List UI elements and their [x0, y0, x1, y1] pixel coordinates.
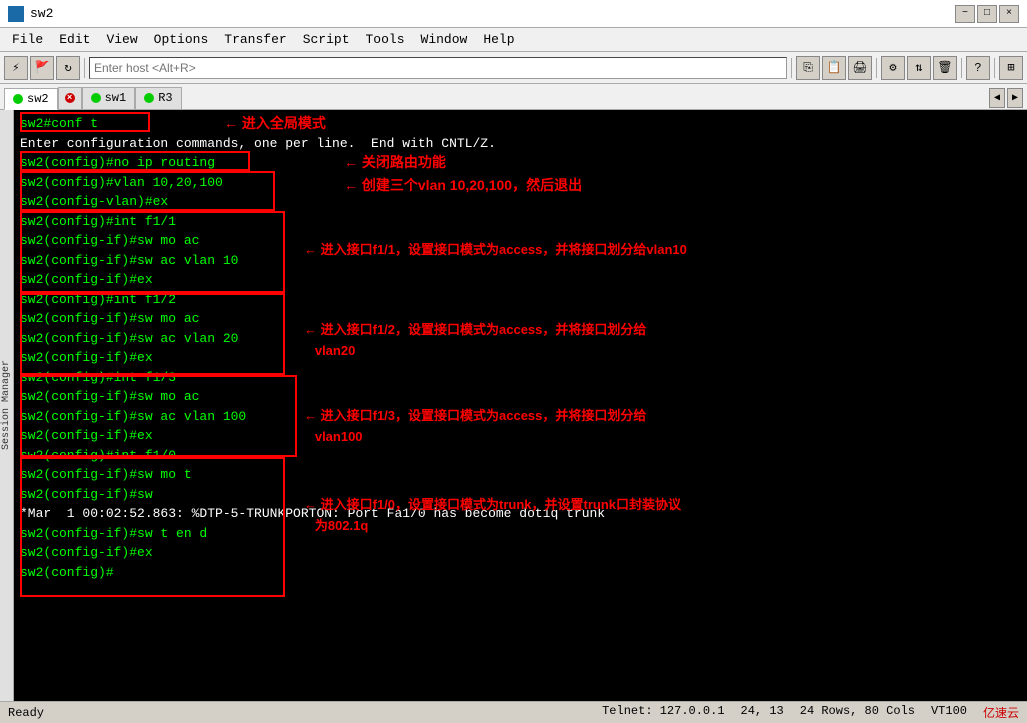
tab-r3-label: R3 [158, 91, 172, 105]
toolbar-paste[interactable]: 📋 [822, 56, 846, 80]
tab-close[interactable]: × [58, 87, 82, 109]
tab-close-icon: × [65, 93, 75, 103]
menu-transfer[interactable]: Transfer [216, 30, 294, 49]
menu-window[interactable]: Window [413, 30, 476, 49]
menu-edit[interactable]: Edit [51, 30, 98, 49]
terminal-line-1: sw2#conf t [20, 114, 1021, 134]
toolbar: ⚡ 🚩 ↻ ⎘ 📋 🖨 ⚙ ⇅ 🗑 ? ⊞ [0, 52, 1027, 84]
toolbar-lightning[interactable]: ⚡ [4, 56, 28, 80]
maximize-button[interactable]: □ [977, 5, 997, 23]
tabs-next[interactable]: ▶ [1007, 88, 1023, 108]
tab-sw1[interactable]: sw1 [82, 87, 136, 109]
menu-script[interactable]: Script [295, 30, 358, 49]
toolbar-delete[interactable]: 🗑 [933, 56, 957, 80]
terminal-line-7: sw2(config-if)#sw mo ac [20, 231, 1021, 251]
terminal-line-3: sw2(config)#no ip routing [20, 153, 1021, 173]
toolbar-flag[interactable]: 🚩 [30, 56, 54, 80]
toolbar-sep-5 [994, 58, 995, 78]
window-controls: − □ × [955, 5, 1019, 23]
tab-sw2-label: sw2 [27, 92, 49, 106]
terminal-line-8: sw2(config-if)#sw ac vlan 10 [20, 251, 1021, 271]
terminal-line-5: sw2(config-vlan)#ex [20, 192, 1021, 212]
toolbar-settings[interactable]: ⚙ [881, 56, 905, 80]
status-telnet: Telnet: 127.0.0.1 [602, 704, 724, 721]
terminal-line-4: sw2(config)#vlan 10,20,100 [20, 173, 1021, 193]
terminal-line-12: sw2(config-if)#sw ac vlan 20 [20, 329, 1021, 349]
terminal-line-20: sw2(config-if)#sw [20, 485, 1021, 505]
tab-sw1-label: sw1 [105, 91, 127, 105]
terminal-line-19: sw2(config-if)#sw mo t [20, 465, 1021, 485]
terminal-line-14: sw2(config)#int f1/3 [20, 368, 1021, 388]
terminal-line-13: sw2(config-if)#ex [20, 348, 1021, 368]
status-size: 24 Rows, 80 Cols [800, 704, 915, 721]
terminal-line-10: sw2(config)#int f1/2 [20, 290, 1021, 310]
terminal[interactable]: sw2#conf t Enter configuration commands,… [14, 110, 1027, 701]
menu-view[interactable]: View [98, 30, 145, 49]
toolbar-sep-2 [791, 58, 792, 78]
terminal-line-11: sw2(config-if)#sw mo ac [20, 309, 1021, 329]
terminal-line-9: sw2(config-if)#ex [20, 270, 1021, 290]
toolbar-sep-4 [961, 58, 962, 78]
tab-r3-status [144, 93, 154, 103]
terminal-line-16: sw2(config-if)#sw ac vlan 100 [20, 407, 1021, 427]
tab-sw1-status [91, 93, 101, 103]
tabs-navigation: ◀ ▶ [989, 88, 1023, 108]
menu-tools[interactable]: Tools [358, 30, 413, 49]
toolbar-grid[interactable]: ⊞ [999, 56, 1023, 80]
terminal-line-6: sw2(config)#int f1/1 [20, 212, 1021, 232]
terminal-line-18: sw2(config)#int f1/0 [20, 446, 1021, 466]
toolbar-help[interactable]: ? [966, 56, 990, 80]
status-brand: 亿速云 [983, 704, 1019, 721]
status-ready: Ready [8, 706, 44, 720]
app-icon [8, 6, 24, 22]
tabs-bar: sw2 × sw1 R3 ◀ ▶ [0, 84, 1027, 110]
status-vt: VT100 [931, 704, 967, 721]
toolbar-sep-3 [876, 58, 877, 78]
toolbar-transfer[interactable]: ⇅ [907, 56, 931, 80]
tab-r3[interactable]: R3 [135, 87, 181, 109]
menu-help[interactable]: Help [475, 30, 522, 49]
toolbar-copy[interactable]: ⎘ [796, 56, 820, 80]
terminal-line-23: sw2(config-if)#ex [20, 543, 1021, 563]
toolbar-sep-1 [84, 58, 85, 78]
close-button[interactable]: × [999, 5, 1019, 23]
terminal-line-15: sw2(config-if)#sw mo ac [20, 387, 1021, 407]
sidebar-label: Session Manager [1, 360, 12, 450]
menu-options[interactable]: Options [146, 30, 217, 49]
window-title: sw2 [30, 6, 53, 21]
title-bar: sw2 − □ × [0, 0, 1027, 28]
terminal-line-21: *Mar 1 00:02:52.863: %DTP-5-TRUNKPORTON:… [20, 504, 1021, 524]
session-manager-sidebar: Session Manager [0, 110, 14, 701]
toolbar-refresh[interactable]: ↻ [56, 56, 80, 80]
terminal-line-17: sw2(config-if)#ex [20, 426, 1021, 446]
terminal-line-24: sw2(config)# [20, 563, 1021, 583]
tabs-prev[interactable]: ◀ [989, 88, 1005, 108]
tab-sw2-status [13, 94, 23, 104]
main-area: Session Manager sw2#conf t Enter configu… [0, 110, 1027, 701]
host-input[interactable] [89, 57, 787, 79]
tab-sw2[interactable]: sw2 [4, 88, 58, 110]
toolbar-print[interactable]: 🖨 [848, 56, 872, 80]
minimize-button[interactable]: − [955, 5, 975, 23]
terminal-line-22: sw2(config-if)#sw t en d [20, 524, 1021, 544]
status-position: 24, 13 [741, 704, 784, 721]
menu-bar: File Edit View Options Transfer Script T… [0, 28, 1027, 52]
status-right: Telnet: 127.0.0.1 24, 13 24 Rows, 80 Col… [602, 704, 1019, 721]
menu-file[interactable]: File [4, 30, 51, 49]
terminal-line-2: Enter configuration commands, one per li… [20, 134, 1021, 154]
status-bar: Ready Telnet: 127.0.0.1 24, 13 24 Rows, … [0, 701, 1027, 723]
